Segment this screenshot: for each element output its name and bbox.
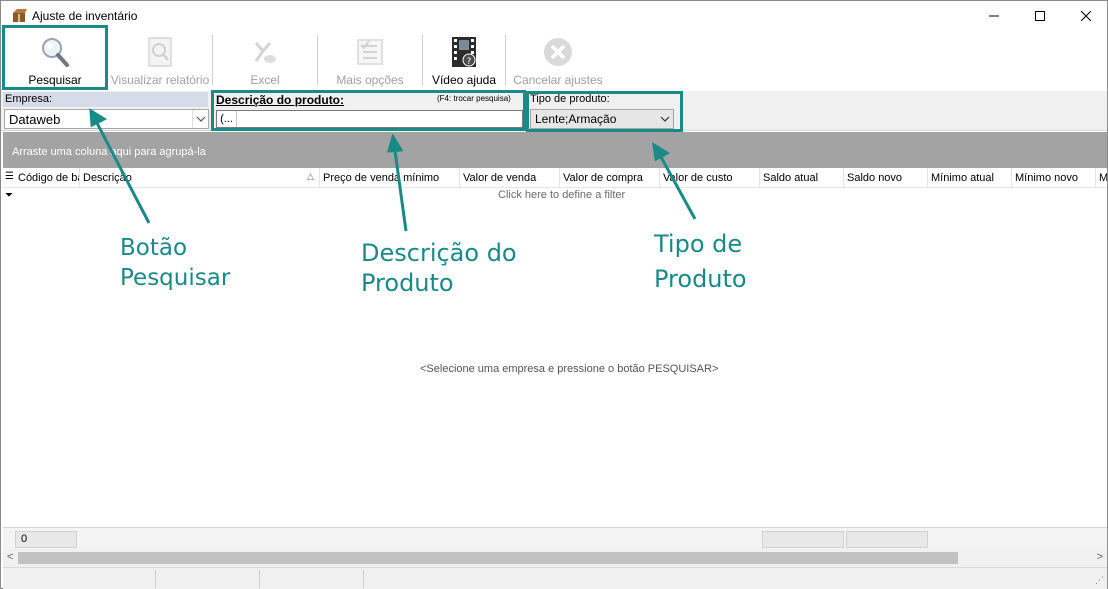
column-preco-venda-minimo[interactable]: Preço de venda mínimo — [320, 168, 460, 188]
minimize-icon — [989, 15, 999, 17]
maximize-button[interactable] — [1017, 1, 1063, 31]
chevron-down-icon[interactable] — [657, 110, 673, 128]
pesquisar-label: Pesquisar — [28, 73, 82, 87]
status-bar: ⋰ — [3, 567, 1107, 589]
cancelar-ajustes-button[interactable]: Cancelar ajustes — [508, 33, 608, 89]
toolbar-separator — [505, 35, 506, 85]
empresa-label: Empresa: — [5, 93, 53, 105]
checklist-icon — [357, 39, 383, 65]
inventory-adjust-window: Ajuste de inventário Pesquisar Visualiza… — [0, 0, 1108, 589]
filter-hint: Click here to define a filter — [498, 189, 626, 201]
excel-label: Excel — [250, 73, 280, 87]
excel-icon — [254, 42, 276, 63]
status-separator — [259, 570, 260, 588]
column-saldo-atual[interactable]: Saldo atual — [760, 168, 844, 188]
column-valor-custo[interactable]: Valor de custo — [660, 168, 760, 188]
search-mode-toggle[interactable]: (... — [217, 111, 237, 127]
descricao-label: Descrição do produto: — [216, 93, 345, 107]
cancelar-ajustes-label: Cancelar ajustes — [513, 73, 603, 87]
close-window-button[interactable] — [1063, 1, 1108, 31]
column-descricao[interactable]: Descrição — [80, 168, 320, 188]
scrollbar-thumb[interactable] — [18, 552, 958, 564]
footer-saldo-novo-total — [846, 531, 928, 548]
empresa-select[interactable]: Dataweb — [4, 109, 209, 129]
video-ajuda-button[interactable]: ? Vídeo ajuda — [425, 33, 503, 89]
column-more[interactable]: M — [1096, 168, 1107, 188]
chevron-down-icon[interactable] — [192, 110, 208, 128]
scroll-left-icon[interactable]: < — [7, 551, 13, 563]
tipo-select[interactable]: Lente;Armação — [530, 109, 674, 129]
status-separator — [363, 570, 364, 588]
svg-text:?: ? — [467, 57, 472, 67]
horizontal-scrollbar[interactable]: < > — [3, 549, 1107, 567]
scroll-right-icon[interactable]: > — [1097, 551, 1103, 563]
mais-opcoes-button[interactable]: Mais opções — [320, 33, 420, 89]
sort-ascending-icon: △ — [307, 171, 314, 181]
window-title: Ajuste de inventário — [32, 9, 138, 23]
group-panel-text: Arraste uma coluna aqui para agrupá-la — [12, 146, 206, 158]
filter-funnel-icon: ⏷ — [5, 190, 13, 201]
annotation-pesquisar: Botão Pesquisar — [120, 235, 231, 291]
grid-filter-row[interactable]: ⏷ Click here to define a filter — [3, 188, 1107, 204]
tipo-label: Tipo de produto: — [530, 93, 610, 105]
report-icon — [148, 37, 172, 67]
toolbar-separator — [422, 35, 423, 85]
film-help-icon: ? — [452, 37, 476, 67]
maximize-icon — [1035, 11, 1045, 21]
footer-count: 0 — [15, 531, 77, 548]
status-separator — [155, 570, 156, 588]
toolbar-separator — [212, 35, 213, 85]
annotation-tipo: Tipo de Produto — [654, 230, 747, 293]
grid-header: ☰ Código de ba Descrição △ Preço de vend… — [3, 168, 1107, 188]
visualizar-relatorio-label: Visualizar relatório — [110, 73, 210, 87]
cancel-icon — [544, 38, 572, 66]
descricao-input[interactable] — [237, 112, 522, 126]
excel-button[interactable]: Excel — [215, 33, 315, 89]
footer-saldo-atual-total — [762, 531, 844, 548]
column-minimo-novo[interactable]: Mínimo novo — [1012, 168, 1096, 188]
toolbar: Pesquisar Visualizar relatório Excel Mai… — [1, 31, 1107, 91]
toolbar-separator — [317, 35, 318, 85]
annotation-descricao: Descrição do Produto — [361, 239, 517, 297]
filter-panel: Empresa: Dataweb Descrição do produto: (… — [1, 91, 1107, 131]
magnifier-icon — [42, 38, 69, 67]
video-ajuda-label: Vídeo ajuda — [431, 73, 497, 87]
empresa-value: Dataweb — [9, 111, 61, 127]
column-chooser-icon[interactable]: ☰ — [5, 171, 14, 182]
group-by-panel[interactable]: Arraste uma coluna aqui para agrupá-la — [3, 132, 1107, 168]
mais-opcoes-label: Mais opções — [336, 73, 404, 87]
descricao-hint: (F4: trocar pesquisa) — [437, 94, 511, 103]
column-minimo-atual[interactable]: Mínimo atual — [928, 168, 1012, 188]
title-bar: Ajuste de inventário — [1, 1, 1107, 31]
column-saldo-novo[interactable]: Saldo novo — [844, 168, 928, 188]
tipo-value: Lente;Armação — [535, 112, 617, 126]
resize-grip-icon[interactable]: ⋰ — [1095, 575, 1104, 586]
visualizar-relatorio-button[interactable]: Visualizar relatório — [109, 33, 211, 89]
grid-footer: 0 — [3, 527, 1107, 549]
minimize-button[interactable] — [971, 1, 1017, 31]
app-box-icon — [13, 9, 27, 22]
column-codigo[interactable]: Código de ba — [15, 168, 80, 188]
close-icon — [1081, 11, 1091, 21]
column-valor-compra[interactable]: Valor de compra — [560, 168, 660, 188]
empty-grid-message: <Selecione uma empresa e pressione o bot… — [420, 363, 719, 375]
pesquisar-button[interactable]: Pesquisar — [3, 33, 107, 89]
descricao-field: (... — [216, 110, 523, 128]
column-valor-venda[interactable]: Valor de venda — [460, 168, 560, 188]
